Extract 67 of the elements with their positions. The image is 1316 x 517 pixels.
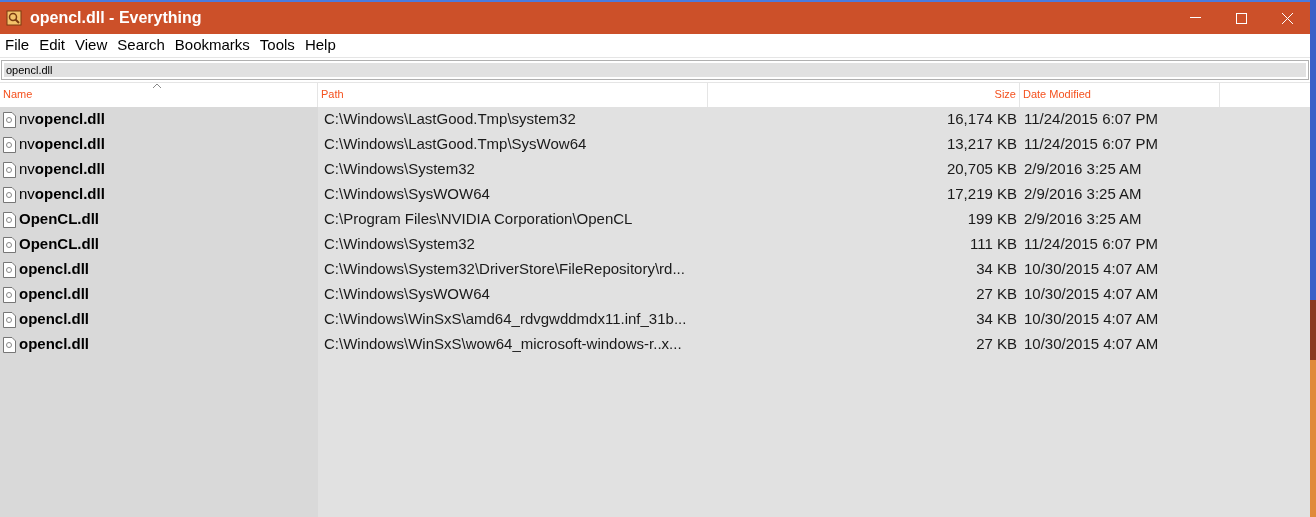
path-cell-text: C:\Windows\LastGood.Tmp\system32 <box>323 109 577 130</box>
date-cell-text: 10/30/2015 4:07 AM <box>1023 309 1160 330</box>
file-icon <box>3 336 16 353</box>
file-icon <box>3 311 16 328</box>
path-cell-text: C:\Program Files\NVIDIA Corporation\OpenCL <box>323 209 634 230</box>
file-name-cell[interactable]: opencl.dll <box>0 257 318 282</box>
file-icon <box>3 111 16 128</box>
date-cell-text: 11/24/2015 6:07 PM <box>1023 109 1159 130</box>
file-icon <box>3 161 16 178</box>
path-cell-text: C:\Windows\LastGood.Tmp\SysWow64 <box>323 134 588 155</box>
file-name-cell[interactable]: opencl.dll <box>0 307 318 332</box>
window-title: opencl.dll - Everything <box>30 8 202 28</box>
menu-item[interactable]: Bookmarks <box>169 34 255 57</box>
menu-item[interactable]: Tools <box>254 34 300 57</box>
size-cell-text: 199 KB <box>966 209 1018 230</box>
date-cell-text: 10/30/2015 4:07 AM <box>1023 284 1160 305</box>
path-cell-text: C:\Windows\WinSxS\wow64_microsoft-windows-r..x... <box>323 334 683 355</box>
file-icon <box>3 286 16 303</box>
file-name-cell[interactable]: OpenCL.dll <box>0 207 318 232</box>
size-cell-text: 16,174 KB <box>945 109 1018 130</box>
column-header[interactable]: Path <box>318 83 708 107</box>
app-icon <box>6 10 22 26</box>
path-cell-text: C:\Windows\WinSxS\amd64_rdvgwddmdx11.inf_31b... <box>323 309 688 330</box>
file-icon <box>3 261 16 278</box>
maximize-icon <box>1235 12 1247 24</box>
date-cell-text: 2/9/2016 3:25 AM <box>1023 159 1143 180</box>
menu-item[interactable]: View <box>70 34 113 57</box>
file-name-cell[interactable]: opencl.dll <box>0 282 318 307</box>
date-cell-text: 10/30/2015 4:07 AM <box>1023 334 1160 355</box>
size-cell-text: 111 KB <box>969 234 1018 255</box>
size-cell-text: 34 KB <box>975 259 1018 280</box>
path-cell-text: C:\Windows\System32 <box>323 159 476 180</box>
file-icon <box>3 236 16 253</box>
file-name-cell[interactable]: nvopencl.dll <box>0 157 318 182</box>
size-cell-text: 27 KB <box>975 284 1018 305</box>
size-cell-text: 34 KB <box>975 309 1018 330</box>
close-icon <box>1281 12 1293 24</box>
file-name-cell[interactable]: OpenCL.dll <box>0 232 318 257</box>
date-cell-text: 2/9/2016 3:25 AM <box>1023 184 1143 205</box>
minimize-icon <box>1189 17 1201 19</box>
file-icon <box>3 136 16 153</box>
file-name-cell[interactable]: nvopencl.dll <box>0 107 318 132</box>
path-cell-text: C:\Windows\System32\DriverStore\FileRepository\rd... <box>323 259 686 280</box>
path-cell-text: C:\Windows\SysWOW64 <box>323 284 491 305</box>
size-cell-text: 17,219 KB <box>945 184 1018 205</box>
menu-item[interactable]: File <box>0 34 35 57</box>
column-header[interactable]: Size <box>708 83 1020 107</box>
date-cell-text: 11/24/2015 6:07 PM <box>1023 234 1159 255</box>
date-cell-text: 2/9/2016 3:25 AM <box>1023 209 1143 230</box>
menu-item[interactable]: Search <box>112 34 170 57</box>
size-cell-text: 13,217 KB <box>945 134 1018 155</box>
path-cell-text: C:\Windows\SysWOW64 <box>323 184 491 205</box>
file-name-cell[interactable]: opencl.dll <box>0 332 318 357</box>
file-icon <box>3 186 16 203</box>
menu-item[interactable]: Edit <box>34 34 71 57</box>
date-cell-text: 11/24/2015 6:07 PM <box>1023 134 1159 155</box>
date-cell-text: 10/30/2015 4:07 AM <box>1023 259 1160 280</box>
file-name-cell[interactable]: nvopencl.dll <box>0 182 318 207</box>
search-field[interactable]: opencl.dll <box>1 60 1309 80</box>
file-name-cell[interactable]: nvopencl.dll <box>0 132 318 157</box>
size-cell-text: 27 KB <box>975 334 1018 355</box>
column-header[interactable]: Date Modified <box>1020 83 1220 107</box>
path-cell-text: C:\Windows\System32 <box>323 234 476 255</box>
size-cell-text: 20,705 KB <box>945 159 1018 180</box>
file-icon <box>3 211 16 228</box>
sort-caret-icon <box>152 83 162 89</box>
menu-item[interactable]: Help <box>299 34 341 57</box>
